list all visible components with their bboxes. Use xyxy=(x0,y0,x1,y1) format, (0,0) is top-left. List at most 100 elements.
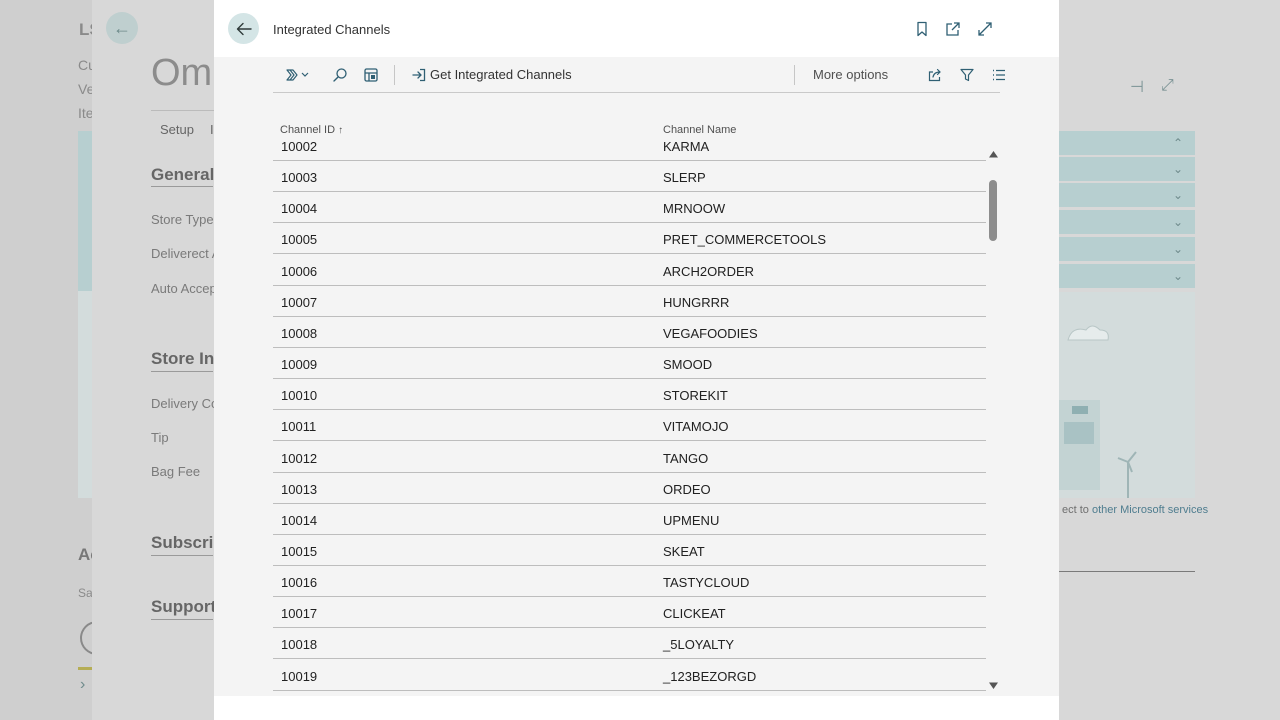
bg-link: other Microsoft services xyxy=(1091,504,1209,516)
dialog-header: Integrated Channels xyxy=(214,0,1059,57)
bg-bar xyxy=(78,667,92,670)
toolbar-divider xyxy=(394,65,395,85)
channel-name-cell: SMOOD xyxy=(663,357,713,373)
bg-collapse-row: ⌄ xyxy=(1058,264,1195,288)
table-row[interactable]: 10005 PRET_COMMERCETOOLS xyxy=(273,223,986,255)
channel-id-cell[interactable]: 10017 xyxy=(281,606,317,621)
channel-name-cell: VITAMOJO xyxy=(663,419,729,435)
bg-field-label: Delivery Co xyxy=(151,396,219,411)
copilot-icon xyxy=(286,68,309,81)
table-row[interactable]: 10018 _5LOYALTY xyxy=(273,628,986,660)
bg-collapse-row: ⌄ xyxy=(1058,237,1195,261)
bg-illustration-art xyxy=(1058,325,1137,498)
table-row[interactable]: 10007 HUNGRRR xyxy=(273,286,986,317)
channel-name-cell: MRNOOW xyxy=(663,201,726,217)
channel-id-cell[interactable]: 10008 xyxy=(281,326,317,341)
bg-panel xyxy=(78,291,92,498)
channel-id-cell[interactable]: 10002 xyxy=(281,140,317,154)
channel-id-cell[interactable]: 10009 xyxy=(281,357,317,372)
table-row[interactable]: 10009 SMOOD xyxy=(273,348,986,380)
channel-name-cell: SKEAT xyxy=(663,543,705,559)
get-integrated-channels-label: Get Integrated Channels xyxy=(430,67,572,82)
list-icon xyxy=(993,69,1005,80)
sign-in-arrow-icon xyxy=(412,68,426,81)
bg-collapse-row: ⌄ xyxy=(1058,183,1195,207)
bg-field-label: Tip xyxy=(151,430,169,445)
column-header-channel-name[interactable]: Channel Name xyxy=(663,124,736,136)
channel-id-cell[interactable]: 10005 xyxy=(281,232,317,247)
bg-divider xyxy=(1058,571,1195,572)
bg-back-icon: ← xyxy=(106,12,138,44)
channel-id-cell[interactable]: 10013 xyxy=(281,482,317,497)
bg-divider xyxy=(151,110,221,111)
channel-name-cell: SLERP xyxy=(663,170,706,186)
table-row[interactable]: 10015 SKEAT xyxy=(273,535,986,566)
integrated-channels-dialog: Integrated Channels Get Integrated Chann… xyxy=(214,0,1059,720)
scroll-down-arrow-icon[interactable] xyxy=(988,681,999,691)
arrow-left-icon xyxy=(236,22,252,35)
table-row[interactable]: 10010 STOREKIT xyxy=(273,379,986,411)
back-button[interactable] xyxy=(228,13,259,44)
channel-name-cell: CLICKEAT xyxy=(663,606,726,622)
bg-expand-icon: ⤢ xyxy=(1161,77,1174,94)
channel-id-cell[interactable]: 10011 xyxy=(281,419,316,434)
channel-id-cell[interactable]: 10007 xyxy=(281,295,317,310)
table-row[interactable]: 10006 ARCH2ORDER xyxy=(273,255,986,286)
table-row[interactable]: 10016 TASTYCLOUD xyxy=(273,566,986,598)
channel-id-cell[interactable]: 10014 xyxy=(281,513,317,528)
bg-divider xyxy=(151,186,213,187)
page-layout-icon xyxy=(364,67,378,82)
channel-id-cell[interactable]: 10016 xyxy=(281,575,317,590)
bg-divider xyxy=(151,619,213,620)
bg-illustration xyxy=(1058,292,1195,498)
bg-tab-setup: Setup xyxy=(160,122,194,137)
share-button[interactable] xyxy=(927,57,943,92)
channel-id-cell[interactable]: 10015 xyxy=(281,544,317,559)
channel-name-cell: _5LOYALTY xyxy=(663,637,735,653)
table-row[interactable]: 10011 VITAMOJO xyxy=(273,410,986,442)
table-row[interactable]: 10014 UPMENU xyxy=(273,504,986,535)
filter-button[interactable] xyxy=(959,57,975,92)
bg-field-label: Store Type xyxy=(151,212,214,227)
channel-id-cell[interactable]: 10018 xyxy=(281,637,317,652)
channel-list: 10002 KARMA 10003 SLERP 10004 MRNOOW 10005 PRET… xyxy=(273,140,986,692)
channel-name-cell: STOREKIT xyxy=(663,388,728,404)
bg-divider xyxy=(151,555,213,556)
bg-link-text: ect to other Microsoft services xyxy=(1062,504,1208,516)
table-row[interactable]: 10003 SLERP xyxy=(273,161,986,193)
get-integrated-channels-button[interactable]: Get Integrated Channels xyxy=(411,57,572,92)
table-row[interactable]: 10012 TANGO xyxy=(273,442,986,473)
bookmark-icon[interactable] xyxy=(913,20,931,38)
copilot-menu-button[interactable] xyxy=(284,57,312,92)
share-icon xyxy=(928,68,941,81)
bg-chevron-icon: › xyxy=(80,676,86,693)
column-header-channel-id-label: Channel ID xyxy=(280,124,336,136)
channel-id-cell[interactable]: 10006 xyxy=(281,264,317,279)
channel-id-cell[interactable]: 10012 xyxy=(281,451,317,466)
table-row[interactable]: 10004 MRNOOW xyxy=(273,192,986,224)
list-view-button[interactable] xyxy=(991,57,1007,92)
page-view-button[interactable] xyxy=(363,57,379,92)
channel-id-cell[interactable]: 10003 xyxy=(281,170,317,185)
table-row[interactable]: 10002 KARMA xyxy=(273,140,986,161)
table-row[interactable]: 10008 VEGAFOODIES xyxy=(273,317,986,348)
column-header-channel-id[interactable]: Channel ID ↑ xyxy=(280,124,343,136)
channel-id-cell[interactable]: 10004 xyxy=(281,201,317,216)
table-row[interactable]: 10013 ORDEO xyxy=(273,473,986,504)
search-button[interactable] xyxy=(332,57,348,92)
filter-icon xyxy=(960,68,974,81)
channel-name-cell: VEGAFOODIES xyxy=(663,325,758,341)
scroll-up-arrow-icon[interactable] xyxy=(988,149,999,159)
expand-icon[interactable] xyxy=(976,20,994,38)
table-row[interactable]: 10019 _123BEZORGD xyxy=(273,660,986,691)
bg-divider xyxy=(151,371,213,372)
bg-field-label: Auto Accep xyxy=(151,281,217,296)
more-options-button[interactable]: More options xyxy=(813,57,888,92)
channel-id-cell[interactable]: 10010 xyxy=(281,388,317,403)
channel-id-cell[interactable]: 10019 xyxy=(281,669,317,684)
table-row[interactable]: 10017 CLICKEAT xyxy=(273,597,986,629)
scrollbar-thumb[interactable] xyxy=(989,180,997,241)
dialog-title: Integrated Channels xyxy=(273,22,391,37)
open-new-window-icon[interactable] xyxy=(944,20,962,38)
bg-link-prefix: ect to xyxy=(1062,504,1092,516)
